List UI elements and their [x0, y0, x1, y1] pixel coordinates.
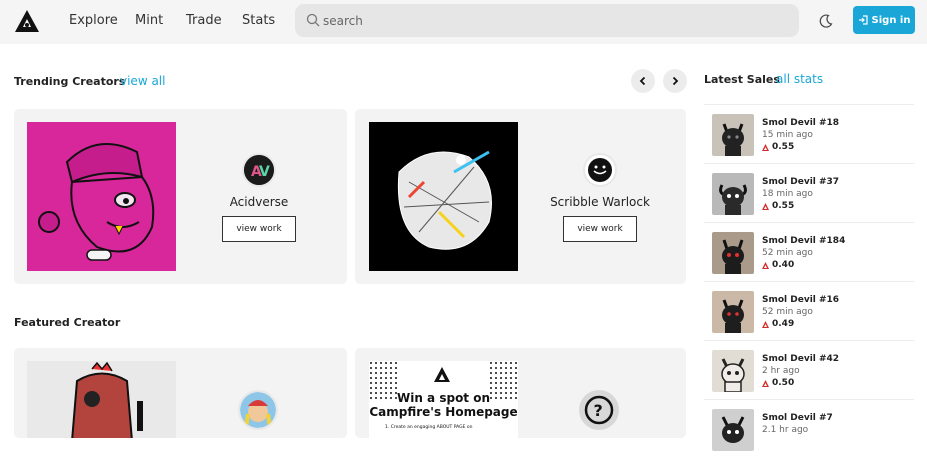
- sale-item-name[interactable]: Smol Devil #184: [762, 236, 845, 246]
- acidverse-avatar[interactable]: A V: [242, 153, 276, 187]
- sale-price-value: 0.55: [772, 201, 795, 211]
- sale-row[interactable]: Smol Devil #18 15 min ago 0.55: [704, 104, 914, 162]
- creator-card-scribble-warlock[interactable]: Scribble Warlock view work: [355, 109, 686, 284]
- smol-devil-image: [712, 409, 754, 451]
- nav-stats[interactable]: Stats: [242, 13, 275, 28]
- sale-time: 52 min ago: [762, 307, 813, 317]
- promo-banner[interactable]: Win a spot on Campfire's Homepage 1. Cre…: [369, 361, 518, 438]
- sale-item-thumbnail[interactable]: [712, 114, 754, 156]
- magic-token-icon: [762, 143, 769, 151]
- scribble-warlock-avatar[interactable]: [583, 153, 617, 187]
- sale-price-value: 0.55: [772, 142, 795, 152]
- smol-devil-image: [712, 350, 754, 392]
- search-bar[interactable]: [295, 4, 799, 37]
- sale-row[interactable]: Smol Devil #184 52 min ago 0.40: [704, 222, 914, 280]
- sale-item-name[interactable]: Smol Devil #16: [762, 295, 839, 305]
- latest-sales-title: Latest Sales: [704, 73, 780, 86]
- sale-item-thumbnail[interactable]: [712, 409, 754, 451]
- sale-item-name[interactable]: Smol Devil #37: [762, 177, 839, 187]
- magic-token-icon: [762, 202, 769, 210]
- creator-name[interactable]: Scribble Warlock: [516, 195, 684, 209]
- view-work-button[interactable]: view work: [563, 216, 637, 242]
- nav-mint[interactable]: Mint: [135, 13, 163, 28]
- featured-creator-avatar[interactable]: [238, 390, 278, 430]
- all-stats-link[interactable]: all stats: [776, 72, 823, 86]
- scribble-warlock-logo-icon: [585, 155, 615, 185]
- smol-devil-image: [712, 232, 754, 274]
- trending-view-all-link[interactable]: view all: [120, 74, 165, 88]
- chevron-right-icon: [672, 76, 679, 86]
- campfire-promo-card[interactable]: Win a spot on Campfire's Homepage 1. Cre…: [355, 348, 686, 438]
- sign-in-label: Sign in: [871, 14, 911, 26]
- sale-item-thumbnail[interactable]: [712, 173, 754, 215]
- sale-row[interactable]: Smol Devil #16 52 min ago 0.49: [704, 281, 914, 339]
- smol-devil-image: [712, 114, 754, 156]
- sale-price-value: 0.40: [772, 260, 795, 270]
- magic-token-icon: [762, 379, 769, 387]
- sale-price: 0.49: [762, 319, 794, 329]
- scribble-warlock-artwork[interactable]: [369, 122, 518, 271]
- trending-creators-title: Trending Creators: [14, 75, 126, 88]
- sale-price: 0.50: [762, 378, 794, 388]
- carousel-prev-button[interactable]: [631, 69, 655, 93]
- acidverse-logo-icon: A V: [244, 155, 274, 185]
- sale-item-thumbnail[interactable]: [712, 291, 754, 333]
- featured-artwork[interactable]: [27, 361, 176, 438]
- sale-time: 2 hr ago: [762, 366, 800, 376]
- svg-text:V: V: [259, 164, 270, 180]
- sale-time: 18 min ago: [762, 189, 813, 199]
- creator-card-acidverse[interactable]: A V Acidverse view work: [14, 109, 347, 284]
- top-nav-bar: Explore Mint Trade Stats Sign in: [0, 0, 927, 44]
- sale-item-name[interactable]: Smol Devil #42: [762, 354, 839, 364]
- smol-devil-image: [712, 173, 754, 215]
- sale-time: 15 min ago: [762, 130, 813, 140]
- featured-creator-card[interactable]: [14, 348, 347, 438]
- creator-name[interactable]: Acidverse: [175, 195, 343, 209]
- scribble-warlock-artwork-image: [369, 122, 518, 271]
- sale-price-value: 0.49: [772, 319, 795, 329]
- sale-price: 0.40: [762, 260, 794, 270]
- view-work-button[interactable]: view work: [222, 216, 296, 242]
- sale-time: 52 min ago: [762, 248, 813, 258]
- sale-price: 0.55: [762, 142, 794, 152]
- magic-token-icon: [762, 320, 769, 328]
- sale-row[interactable]: Smol Devil #42 2 hr ago 0.50: [704, 340, 914, 398]
- search-input[interactable]: [323, 8, 783, 33]
- smol-devil-image: [712, 291, 754, 333]
- dark-mode-moon-icon[interactable]: [818, 13, 834, 29]
- sale-item-name[interactable]: Smol Devil #7: [762, 413, 833, 423]
- search-icon: [306, 13, 320, 27]
- sale-price: 0.55: [762, 201, 794, 211]
- sale-time: 2.1 hr ago: [762, 425, 809, 435]
- unknown-creator-avatar[interactable]: ?: [579, 390, 619, 430]
- nav-trade[interactable]: Trade: [186, 13, 222, 28]
- campfire-logo-icon[interactable]: [14, 9, 40, 33]
- sale-item-thumbnail[interactable]: [712, 350, 754, 392]
- question-mark-icon: ?: [584, 395, 614, 425]
- nav-explore[interactable]: Explore: [69, 13, 118, 28]
- login-icon: [858, 15, 868, 25]
- acidverse-artwork-image: [27, 122, 176, 271]
- sale-item-name[interactable]: Smol Devil #18: [762, 118, 839, 128]
- sale-row[interactable]: Smol Devil #7 2.1 hr ago: [704, 399, 914, 457]
- featured-creator-avatar-image: [240, 392, 276, 428]
- featured-artwork-image: [27, 361, 176, 438]
- promo-headline-line1: Win a spot on: [396, 391, 491, 405]
- acidverse-artwork[interactable]: [27, 122, 176, 271]
- carousel-next-button[interactable]: [663, 69, 687, 93]
- featured-creator-title: Featured Creator: [14, 316, 121, 329]
- sale-price-value: 0.50: [772, 378, 795, 388]
- promo-headline-line2: Campfire's Homepage: [369, 405, 518, 419]
- chevron-left-icon: [639, 76, 646, 86]
- sign-in-button[interactable]: Sign in: [853, 6, 915, 34]
- sale-row[interactable]: Smol Devil #37 18 min ago 0.55: [704, 163, 914, 221]
- svg-text:?: ?: [594, 401, 603, 420]
- sale-item-thumbnail[interactable]: [712, 232, 754, 274]
- promo-body-text: 1. Create an engaging ABOUT PAGE on: [385, 425, 473, 430]
- magic-token-icon: [762, 261, 769, 269]
